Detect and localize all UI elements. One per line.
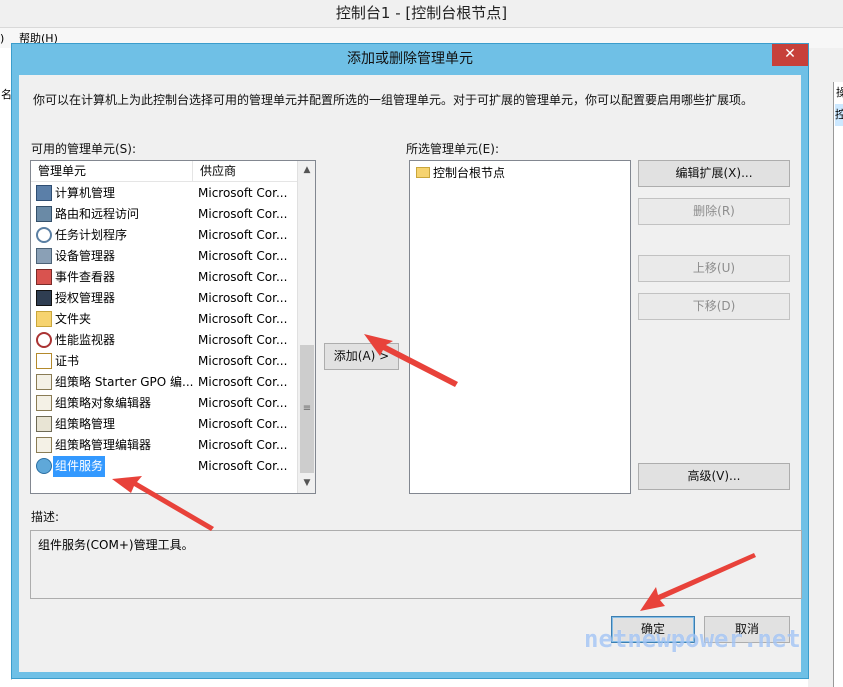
selected-snapins-list[interactable]: 控制台根节点 [409,160,631,494]
snapin-row[interactable]: 文件夹 Microsoft Cor... [31,309,297,330]
snapin-row[interactable]: 设备管理器 Microsoft Cor... [31,246,297,267]
dialog-titlebar[interactable]: 添加或删除管理单元 ✕ [12,44,808,76]
actions-selected-fragment[interactable]: 控 [835,104,843,126]
snapin-vendor: Microsoft Cor... [198,354,288,368]
policy-icon [36,395,52,411]
available-snapins-label: 可用的管理单元(S): [31,142,137,156]
snapin-row[interactable]: 事件查看器 Microsoft Cor... [31,267,297,288]
performance-icon [36,332,52,348]
snapin-vendor: Microsoft Cor... [198,270,288,284]
snapin-vendor: Microsoft Cor... [198,438,288,452]
column-header-vendor[interactable]: 供应商 [193,161,297,182]
computer-management-icon [36,185,52,201]
snapin-row[interactable]: 任务计划程序 Microsoft Cor... [31,225,297,246]
snapin-name: 任务计划程序 [55,228,128,242]
window-title: 控制台1 - [控制台根节点] [335,4,508,22]
dialog-body: 你可以在计算机上为此控制台选择可用的管理单元并配置所选的一组管理单元。对于可扩展… [19,75,802,672]
move-up-button[interactable]: 上移(U) [638,255,790,282]
scroll-up-arrow-icon[interactable]: ▲ [298,162,315,179]
snapin-name: 组策略管理编辑器 [55,438,152,452]
snapin-name: 设备管理器 [55,249,116,263]
available-list-scrollbar[interactable]: ▲ ≡ ▼ [297,161,315,493]
snapin-row[interactable]: 授权管理器 Microsoft Cor... [31,288,297,309]
device-manager-icon [36,248,52,264]
snapin-vendor: Microsoft Cor... [198,417,288,431]
snapin-row[interactable]: 计算机管理 Microsoft Cor... [31,183,297,204]
close-button[interactable]: ✕ [772,44,808,66]
add-remove-snapins-dialog: 添加或删除管理单元 ✕ 你可以在计算机上为此控制台选择可用的管理单元并配置所选的… [11,43,809,679]
snapin-rows: 计算机管理 Microsoft Cor... 路由和远程访问 Microsoft Co… [31,183,297,477]
edit-extensions-button[interactable]: 编辑扩展(X)... [638,160,790,187]
snapin-vendor: Microsoft Cor... [198,228,288,242]
snapin-vendor: Microsoft Cor... [198,186,288,200]
snapin-name: 计算机管理 [55,186,116,200]
available-snapins-list[interactable]: 管理单元 供应商 计算机管理 Microsoft Cor... 路由和远程访问 Mic… [30,160,316,494]
snapin-vendor: Microsoft Cor... [198,291,288,305]
snapin-name: 组策略 Starter GPO 编... [55,375,194,389]
description-box: 组件服务(COM+)管理工具。 [30,530,802,599]
event-viewer-icon [36,269,52,285]
snapin-name: 文件夹 [55,312,92,326]
authorization-icon [36,290,52,306]
snapin-row[interactable]: 证书 Microsoft Cor... [31,351,297,372]
snapin-vendor: Microsoft Cor... [198,333,288,347]
close-icon: ✕ [784,46,796,62]
window-titlebar: 控制台1 - [控制台根节点] [0,0,843,28]
snapin-row[interactable]: 组策略管理 Microsoft Cor... [31,414,297,435]
snapin-vendor: Microsoft Cor... [198,375,288,389]
component-services-icon [36,458,52,474]
snapin-name: 证书 [55,354,80,368]
actions-header-fragment: 操 [836,86,843,99]
clock-icon [36,227,52,243]
folder-icon [36,311,52,327]
selected-item-label: 控制台根节点 [433,166,506,180]
snapin-vendor: Microsoft Cor... [198,249,288,263]
policy-management-icon [36,416,52,432]
watermark-text: netnewpower.net [584,625,801,653]
snapin-vendor: Microsoft Cor... [198,459,288,473]
snapin-name: 组策略管理 [55,417,116,431]
policy-icon [36,374,52,390]
snapin-row[interactable]: 组策略 Starter GPO 编... Microsoft Cor... [31,372,297,393]
add-button[interactable]: 添加(A) > [324,343,399,370]
selected-snapins-label: 所选管理单元(E): [406,142,499,156]
menu-fragment: ) [0,32,5,45]
routing-icon [36,206,52,222]
snapin-name: 事件查看器 [55,270,116,284]
column-header-name[interactable]: 管理单元 [31,161,193,182]
snapin-vendor: Microsoft Cor... [198,207,288,221]
snapin-row[interactable]: 组件服务 Microsoft Cor... [31,456,297,477]
snapin-row[interactable]: 组策略管理编辑器 Microsoft Cor... [31,435,297,456]
snapin-name: 授权管理器 [55,291,116,305]
scroll-down-arrow-icon[interactable]: ▼ [298,475,315,492]
certificate-icon [36,353,52,369]
selected-item-console-root[interactable]: 控制台根节点 [416,164,505,182]
snapin-vendor: Microsoft Cor... [198,312,288,326]
description-label: 描述: [31,510,60,524]
snapin-row[interactable]: 性能监视器 Microsoft Cor... [31,330,297,351]
remove-button[interactable]: 删除(R) [638,198,790,225]
dialog-title: 添加或删除管理单元 [347,51,473,67]
snapin-name: 性能监视器 [55,333,116,347]
snapin-vendor: Microsoft Cor... [198,396,288,410]
snapin-name: 组件服务 [53,456,106,477]
actions-pane: 操 控 [833,82,843,687]
snapin-name: 组策略对象编辑器 [55,396,152,410]
folder-icon [416,167,430,178]
snapin-row[interactable]: 组策略对象编辑器 Microsoft Cor... [31,393,297,414]
move-down-button[interactable]: 下移(D) [638,293,790,320]
snapin-row[interactable]: 路由和远程访问 Microsoft Cor... [31,204,297,225]
advanced-button[interactable]: 高级(V)... [638,463,790,490]
dialog-intro-text: 你可以在计算机上为此控制台选择可用的管理单元并配置所选的一组管理单元。对于可扩展… [33,93,754,107]
description-text: 组件服务(COM+)管理工具。 [38,538,194,552]
snapin-name: 路由和远程访问 [55,207,140,221]
scrollbar-thumb[interactable]: ≡ [300,345,314,473]
policy-icon [36,437,52,453]
